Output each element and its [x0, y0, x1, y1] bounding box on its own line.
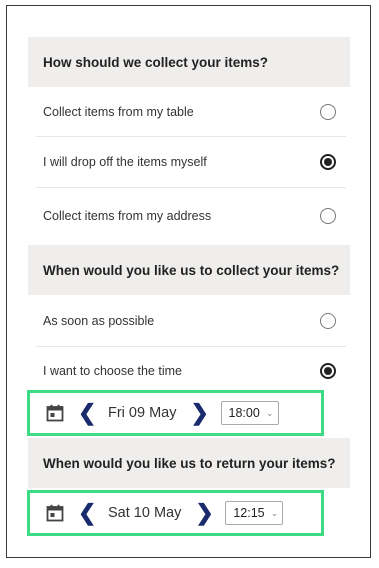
calendar-icon[interactable]: [46, 504, 64, 522]
chevron-down-icon: ⌄: [270, 507, 279, 518]
radio-collect-from-address[interactable]: [320, 208, 336, 224]
return-time-heading: When would you like us to return your it…: [28, 438, 350, 488]
collect-date-time-picker: ❮ Fri 09 May ❯ 18:00 ⌄: [27, 390, 324, 436]
collect-date: Fri 09 May: [108, 405, 177, 421]
option-label: Collect items from my address: [43, 209, 212, 223]
radio-drop-off-myself[interactable]: [320, 154, 336, 170]
collect-time-value: 18:00: [228, 406, 260, 420]
radio-choose-time[interactable]: [320, 363, 336, 379]
chevron-down-icon: ⌄: [265, 407, 274, 418]
option-label: I want to choose the time: [43, 364, 182, 378]
return-time-select[interactable]: 12:15 ⌄: [225, 501, 284, 525]
next-day-button[interactable]: ❯: [191, 402, 209, 424]
divider: [36, 346, 346, 347]
divider: [36, 187, 346, 188]
return-date-time-picker: ❮ Sat 10 May ❯ 12:15 ⌄: [27, 490, 324, 536]
option-label: I will drop off the items myself: [43, 155, 207, 169]
collection-method-heading: How should we collect your items?: [28, 37, 350, 87]
radio-collect-from-table[interactable]: [320, 104, 336, 120]
collect-time-title: When would you like us to collect your i…: [43, 262, 340, 278]
option-collect-from-table[interactable]: Collect items from my table: [28, 88, 350, 136]
radio-as-soon-as-possible[interactable]: [320, 313, 336, 329]
option-drop-off-myself[interactable]: I will drop off the items myself: [28, 137, 350, 187]
previous-day-button[interactable]: ❮: [78, 502, 96, 524]
option-label: As soon as possible: [43, 314, 155, 328]
return-date: Sat 10 May: [108, 505, 182, 521]
collection-method-title: How should we collect your items?: [43, 54, 269, 70]
option-as-soon-as-possible[interactable]: As soon as possible: [28, 296, 350, 346]
collect-time-select[interactable]: 18:00 ⌄: [220, 401, 279, 425]
return-time-title: When would you like us to return your it…: [43, 455, 336, 471]
collect-time-heading: When would you like us to collect your i…: [28, 245, 350, 295]
next-day-button[interactable]: ❯: [195, 502, 213, 524]
previous-day-button[interactable]: ❮: [78, 402, 96, 424]
option-choose-time[interactable]: I want to choose the time: [28, 349, 350, 393]
option-collect-from-address[interactable]: Collect items from my address: [28, 190, 350, 242]
return-time-value: 12:15: [233, 506, 265, 520]
calendar-icon[interactable]: [46, 404, 64, 422]
option-label: Collect items from my table: [43, 105, 194, 119]
